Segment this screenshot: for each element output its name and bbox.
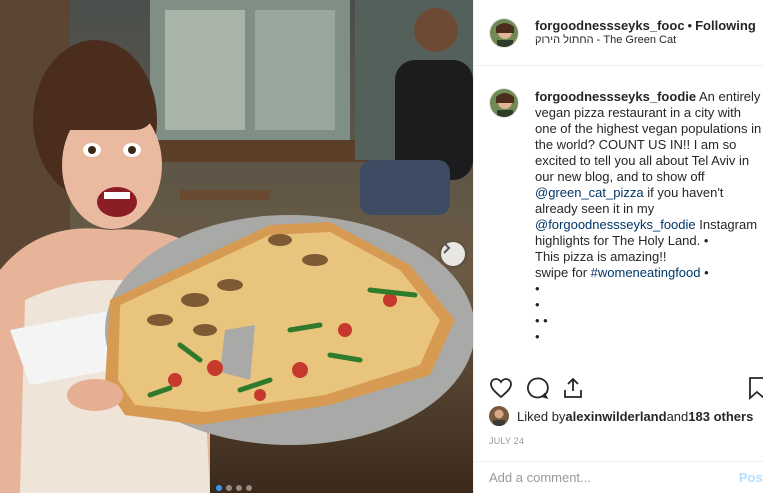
likes-summary: Liked by alexinwilderland and 183 others: [489, 406, 753, 426]
caption-text: swipe for: [535, 265, 591, 280]
bangs: [45, 90, 155, 130]
pupil: [128, 146, 136, 154]
caption-text: •: [700, 265, 709, 280]
carousel-dot: [226, 485, 232, 491]
avatar-image: [490, 18, 518, 47]
caption-dot: •: [535, 297, 540, 312]
carousel-dot: [216, 485, 222, 491]
person-head: [414, 8, 458, 52]
carousel-dot: [246, 485, 252, 491]
comments-list[interactable]: forgoodnessseyks_foodie An entirely vega…: [489, 76, 763, 370]
teeth: [104, 192, 130, 199]
hashtag-link[interactable]: #womeneatingfood: [591, 265, 701, 280]
comment-icon[interactable]: [525, 376, 549, 400]
avatar[interactable]: [489, 17, 519, 48]
liker-avatar[interactable]: [489, 406, 509, 426]
caption-dot: •: [535, 329, 540, 344]
window-pane: [255, 10, 335, 130]
post-caption: forgoodnessseyks_foodie An entirely vega…: [535, 76, 763, 370]
post-side-panel: forgoodnessseyks_fooc • Following החתול הי…: [473, 0, 763, 493]
mention-link[interactable]: @forgoodnessseyks_foodie: [535, 217, 696, 232]
window-pane: [165, 10, 245, 130]
header-username[interactable]: forgoodnessseyks_fooc: [535, 18, 685, 33]
pizza-photo-illustration: [0, 0, 473, 493]
mention-link[interactable]: @green_cat_pizza: [535, 185, 644, 200]
hand: [67, 379, 123, 411]
likes-count[interactable]: 183 others: [688, 409, 753, 424]
avatar[interactable]: [489, 88, 519, 118]
next-photo-button[interactable]: [441, 242, 465, 266]
post-actions: [474, 372, 763, 404]
heart-icon[interactable]: [489, 376, 513, 400]
following-button[interactable]: Following: [695, 18, 756, 33]
likes-prefix: Liked by: [517, 408, 566, 424]
avatar-image: [490, 89, 518, 117]
carousel-indicator: [216, 485, 252, 491]
stool: [180, 190, 270, 200]
comment-input[interactable]: [489, 470, 739, 485]
person-jeans: [360, 160, 450, 215]
liker-avatar-image: [489, 406, 509, 426]
caption-username[interactable]: forgoodnessseyks_foodie: [535, 89, 696, 104]
post-date[interactable]: JULY 24: [489, 436, 524, 446]
share-icon[interactable]: [561, 376, 585, 400]
chevron-right-icon: [443, 242, 451, 254]
location-link[interactable]: החתול הירוק - The Green Cat: [535, 33, 756, 48]
carousel-dot: [236, 485, 242, 491]
pupil: [88, 146, 96, 154]
post-photo[interactable]: [0, 0, 473, 493]
likes-mid: and: [666, 408, 689, 424]
header-separator: •: [687, 17, 693, 33]
mouth: [97, 187, 137, 217]
caption-dot: •: [535, 281, 540, 296]
post-comment-button[interactable]: Post: [739, 470, 763, 485]
caption-line: This pizza is amazing!!: [535, 249, 667, 264]
post-header: forgoodnessseyks_fooc • Following החתול הי…: [474, 0, 763, 66]
comment-form: Post: [474, 461, 763, 493]
liker-username[interactable]: alexinwilderland: [565, 409, 666, 424]
caption-line: swipe for #womeneatingfood •: [535, 265, 763, 281]
missing-slice: [220, 325, 255, 380]
caption-dot: • •: [535, 313, 548, 328]
bookmark-icon[interactable]: [745, 376, 763, 400]
